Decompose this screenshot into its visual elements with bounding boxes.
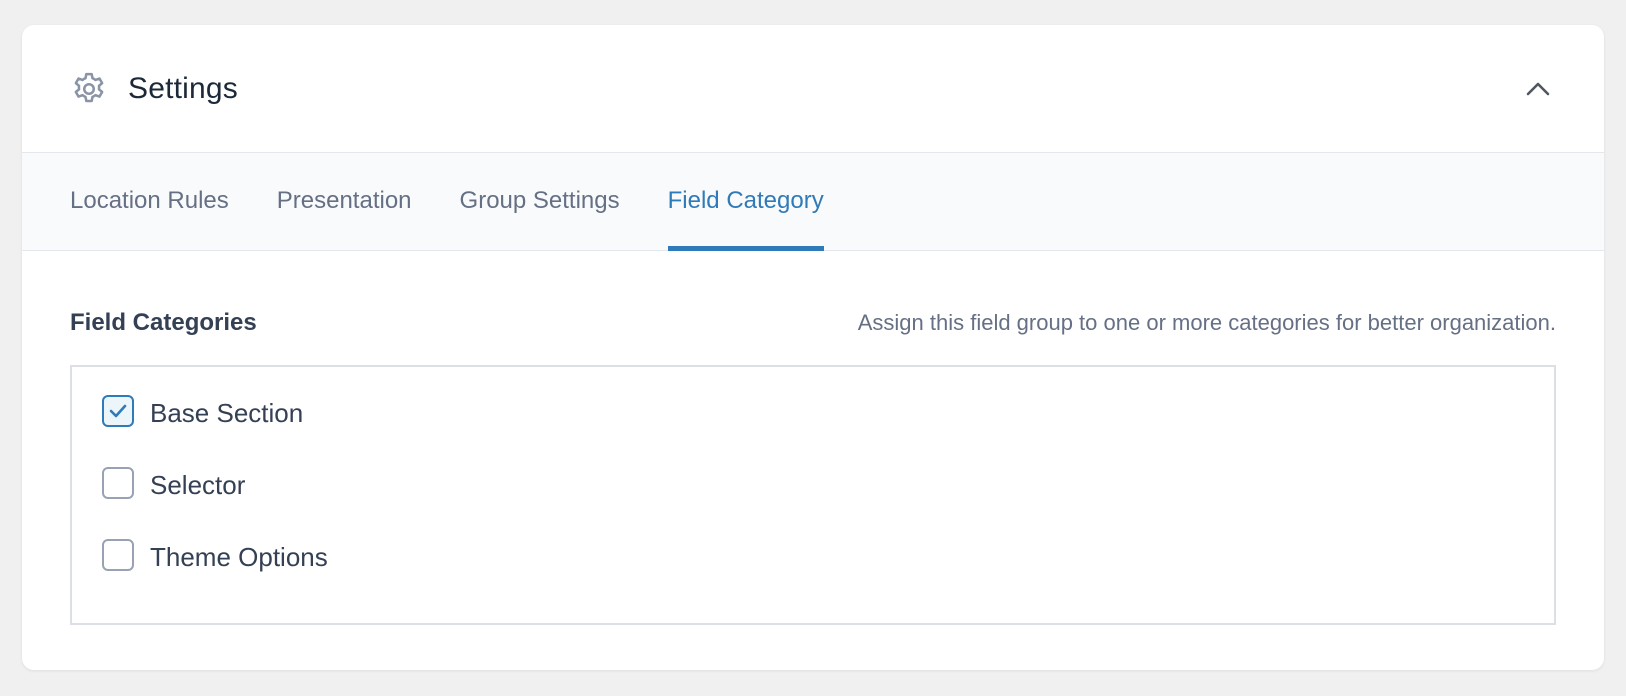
chevron-up-icon[interactable]	[1520, 71, 1556, 107]
tab-field-category[interactable]: Field Category	[667, 153, 824, 251]
tab-group-settings[interactable]: Group Settings	[460, 153, 620, 250]
category-label: Theme Options	[150, 541, 328, 572]
tab-label: Field Category	[667, 186, 824, 214]
checkbox-unchecked[interactable]	[102, 539, 134, 571]
category-option-base-section[interactable]: Base Section	[102, 395, 1554, 431]
tab-presentation[interactable]: Presentation	[277, 153, 412, 250]
panel-header: Settings	[22, 25, 1604, 153]
tab-label: Group Settings	[459, 186, 620, 214]
tab-label: Presentation	[276, 186, 412, 214]
field-description: Assign this field group to one or more c…	[857, 310, 1556, 335]
checkbox-checked[interactable]	[102, 395, 134, 427]
panel-title: Settings	[128, 71, 238, 105]
category-label: Selector	[150, 469, 246, 500]
tab-location-rules[interactable]: Location Rules	[70, 153, 229, 250]
category-label: Base Section	[150, 397, 304, 428]
checkbox-unchecked[interactable]	[102, 467, 134, 499]
gear-icon	[70, 70, 108, 108]
tab-content: Field Categories Assign this field group…	[22, 303, 1604, 625]
settings-panel: Settings Location Rules Presentation Gro…	[22, 25, 1604, 670]
category-option-selector[interactable]: Selector	[102, 467, 1554, 503]
tab-bar: Location Rules Presentation Group Settin…	[22, 153, 1604, 251]
checkmark-icon	[109, 404, 127, 418]
field-header: Field Categories Assign this field group…	[70, 303, 1556, 343]
category-option-theme-options[interactable]: Theme Options	[102, 539, 1554, 575]
category-checklist: Base Section Selector Theme Options	[70, 365, 1556, 625]
tab-label: Location Rules	[70, 186, 229, 214]
field-label: Field Categories	[70, 309, 257, 336]
